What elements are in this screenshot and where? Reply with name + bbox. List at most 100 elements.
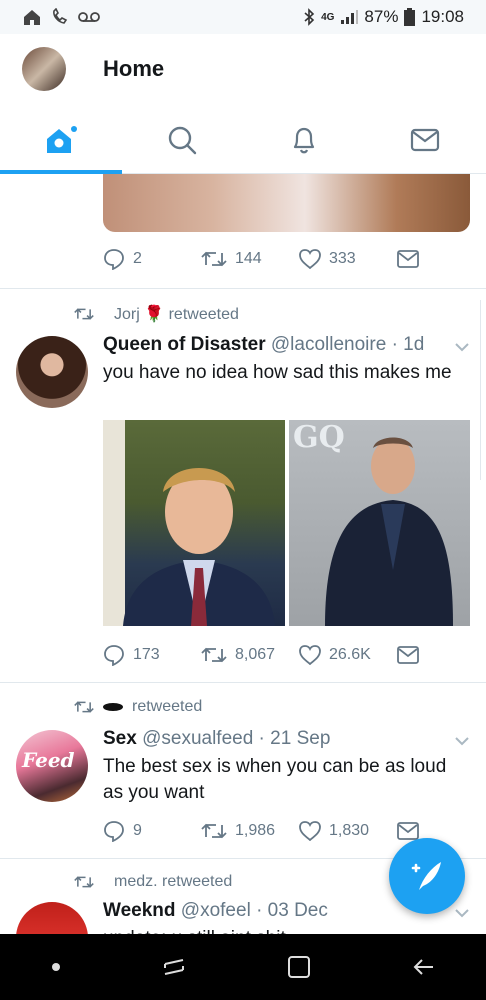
scrollbar[interactable]	[480, 300, 486, 480]
retweet-button[interactable]: 1,986	[201, 821, 299, 841]
like-button[interactable]: 333	[299, 249, 397, 269]
clock: 19:08	[421, 7, 464, 26]
retweet-context: retweeted	[74, 698, 202, 716]
like-icon	[299, 821, 321, 841]
tab-home[interactable]	[0, 106, 122, 174]
avatar[interactable]: Feed	[16, 730, 88, 802]
tweet-actions: 9 1,986 1,830	[103, 820, 419, 842]
home-status-icon	[24, 10, 40, 25]
tweet-photo-right[interactable]: GQ	[289, 420, 470, 626]
messages-icon	[411, 128, 440, 151]
notifications-icon	[293, 127, 314, 153]
home-icon	[46, 125, 77, 153]
retweet-small-icon	[74, 701, 94, 713]
tab-search[interactable]	[122, 106, 244, 173]
retweet-context: medz. retweeted	[74, 873, 232, 891]
like-button[interactable]: 1,830	[299, 821, 397, 841]
tweet-image[interactable]	[103, 174, 470, 232]
portrait-illustration	[325, 437, 453, 626]
share-button[interactable]	[397, 646, 419, 664]
hole-emoji-icon	[103, 703, 123, 711]
reply-button[interactable]: 2	[103, 248, 201, 270]
tab-notifications[interactable]	[243, 106, 365, 173]
compose-quill-icon	[411, 862, 441, 890]
chevron-down-icon[interactable]	[454, 736, 470, 746]
timeline[interactable]: 2 144 333 Jorj 🌹 retweeted Queen of Disa…	[0, 174, 486, 934]
like-icon	[299, 645, 321, 665]
tweet-text: you have no idea how sad this makes me	[103, 362, 452, 383]
author-name[interactable]: Weeknd	[103, 900, 176, 921]
tweet-header: Weeknd @xofeel · 03 Dec	[103, 900, 328, 922]
back-icon[interactable]	[411, 954, 437, 980]
divider	[0, 682, 486, 683]
compose-tweet-button[interactable]	[389, 838, 465, 914]
portrait-illustration	[103, 420, 275, 626]
share-button[interactable]	[397, 250, 419, 268]
recent-apps-icon[interactable]	[161, 954, 187, 980]
tweet-text: update: u still aint shit	[103, 926, 463, 934]
network-type: 4G	[321, 11, 335, 23]
envelope-icon	[397, 250, 419, 268]
envelope-icon	[397, 822, 419, 840]
tweet-text: The best sex is when you can be as loud …	[103, 756, 447, 803]
retweet-button[interactable]: 144	[201, 249, 299, 269]
profile-avatar[interactable]	[22, 47, 66, 91]
author-handle-time[interactable]: @xofeel · 03 Dec	[181, 900, 328, 921]
reply-button[interactable]: 9	[103, 820, 201, 842]
like-count: 1,830	[329, 822, 370, 839]
home-button-icon[interactable]	[286, 954, 312, 980]
reply-count: 9	[133, 822, 142, 839]
voicemail-icon	[78, 12, 100, 22]
tab-messages[interactable]	[365, 106, 486, 173]
share-button[interactable]	[397, 822, 419, 840]
retweet-context: Jorj 🌹 retweeted	[74, 304, 239, 324]
missed-call-icon	[53, 8, 68, 24]
retweet-icon	[201, 823, 227, 839]
envelope-icon	[397, 646, 419, 664]
chevron-down-icon[interactable]	[454, 908, 470, 918]
bluetooth-icon	[304, 8, 315, 26]
system-navigation-bar	[0, 934, 486, 1000]
status-bar: 4G 87% 19:08	[0, 0, 486, 34]
author-handle-time[interactable]: @lacollenoire · 1d	[271, 334, 424, 355]
tweet-actions: 2 144 333	[103, 248, 419, 270]
avatar-logo: Feed	[22, 748, 75, 772]
retweet-button[interactable]: 8,067	[201, 645, 299, 665]
search-icon	[169, 126, 197, 154]
chevron-down-icon[interactable]	[454, 342, 470, 352]
retweeted-by[interactable]: retweeted	[132, 698, 202, 716]
reply-button[interactable]: 173	[103, 644, 201, 666]
dot-icon[interactable]	[50, 961, 62, 973]
retweet-count: 1,986	[235, 822, 276, 839]
retweet-icon	[201, 647, 227, 663]
like-button[interactable]: 26.6K	[299, 645, 397, 665]
like-count: 333	[329, 250, 356, 267]
tweet-header: Queen of Disaster @lacollenoire · 1d	[103, 334, 424, 356]
like-count: 26.6K	[329, 646, 371, 663]
tweet-header: Sex @sexualfeed · 21 Sep	[103, 728, 330, 750]
reply-count: 2	[133, 250, 142, 267]
author-name[interactable]: Queen of Disaster	[103, 334, 266, 355]
avatar[interactable]	[16, 336, 88, 408]
retweet-small-icon	[74, 308, 94, 320]
page-title: Home	[103, 56, 165, 81]
author-name[interactable]: Sex	[103, 728, 137, 749]
retweet-small-icon	[74, 876, 94, 888]
retweet-icon	[201, 251, 227, 267]
tweet-photo-left[interactable]	[103, 420, 285, 626]
reply-icon	[104, 645, 124, 666]
tab-bar	[0, 106, 486, 174]
retweeted-by[interactable]: medz. retweeted	[114, 873, 232, 891]
app-header: Home	[0, 34, 486, 106]
author-handle-time[interactable]: @sexualfeed · 21 Sep	[142, 728, 330, 749]
avatar[interactable]	[16, 902, 88, 934]
signal-icon	[341, 10, 359, 24]
battery-icon	[404, 8, 416, 26]
reply-icon	[104, 249, 124, 270]
retweeted-by[interactable]: Jorj 🌹 retweeted	[114, 304, 239, 324]
retweet-count: 144	[235, 250, 262, 267]
battery-percent: 87%	[364, 7, 399, 26]
divider	[0, 288, 486, 289]
retweet-count: 8,067	[235, 646, 276, 663]
reply-count: 173	[133, 646, 160, 663]
